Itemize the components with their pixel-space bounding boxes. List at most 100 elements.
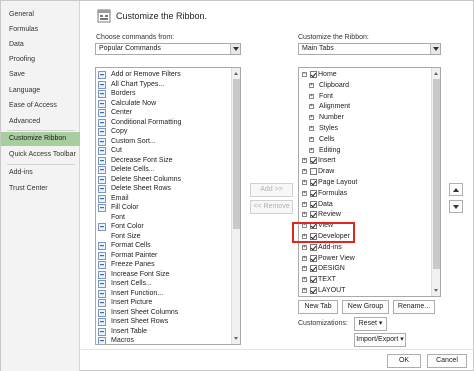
expand-icon[interactable]: +	[302, 201, 307, 207]
ribbon-tab-item[interactable]: + Page Layout	[299, 178, 429, 187]
expand-icon[interactable]: +	[302, 266, 307, 272]
ribbon-group-item[interactable]: + Cells	[299, 135, 429, 144]
tab-checkbox[interactable]	[310, 200, 317, 208]
expand-icon[interactable]: +	[309, 126, 314, 131]
import-export-button[interactable]: Import/Export ▾	[354, 333, 406, 347]
command-item[interactable]: Increase Font Size	[96, 271, 236, 279]
reset-button[interactable]: Reset ▾	[354, 317, 387, 331]
ribbon-tab-item[interactable]: + LAYOUT	[299, 286, 429, 295]
ribbon-tree-scrollbar[interactable]	[431, 68, 440, 296]
expand-icon[interactable]: +	[302, 244, 307, 250]
command-item[interactable]: Font Size▾	[96, 232, 240, 241]
expand-icon[interactable]: +	[309, 136, 314, 142]
ribbon-group-item[interactable]: + Font	[299, 92, 429, 101]
command-item[interactable]: Fill Color▸	[96, 204, 238, 212]
command-item[interactable]: Freeze Panes▸	[96, 261, 238, 269]
scroll-up-icon[interactable]	[233, 70, 240, 77]
tab-checkbox[interactable]	[310, 71, 317, 78]
chevron-down-icon[interactable]	[230, 44, 240, 54]
ribbon-tab-item[interactable]: + Power View	[299, 254, 429, 263]
nav-item-quick-access-toolbar[interactable]: Quick Access Toolbar	[1, 148, 80, 162]
command-item[interactable]: Conditional Formatting▸	[96, 119, 238, 127]
move-up-button[interactable]	[449, 183, 463, 196]
expand-icon[interactable]: +	[309, 104, 314, 110]
remove-button[interactable]: << Remove	[250, 200, 293, 214]
customize-ribbon-dropdown[interactable]: Main Tabs	[298, 43, 441, 55]
command-item[interactable]: Email	[96, 195, 236, 203]
ribbon-tab-item[interactable]: + Formulas	[299, 189, 429, 198]
expand-icon[interactable]: +	[302, 255, 307, 261]
command-item[interactable]: Font▾	[96, 213, 240, 222]
expand-icon[interactable]: +	[309, 93, 314, 99]
nav-item-language[interactable]: Language	[1, 84, 80, 98]
command-item[interactable]: Delete Cells...	[96, 166, 236, 174]
command-item[interactable]: Delete Sheet Columns	[96, 176, 236, 184]
tab-checkbox[interactable]	[310, 179, 317, 186]
nav-item-save[interactable]: Save	[1, 68, 80, 82]
choose-commands-dropdown[interactable]: Popular Commands	[95, 43, 241, 55]
commands-list[interactable]: Add or Remove Filters All Chart Types... B…	[95, 67, 241, 345]
command-item[interactable]: Delete Sheet Rows	[96, 185, 236, 193]
expand-icon[interactable]: +	[302, 169, 307, 175]
expand-icon[interactable]: +	[309, 115, 314, 121]
ribbon-tab-item[interactable]: + Review	[299, 210, 429, 219]
collapse-icon[interactable]: −	[302, 72, 307, 77]
tab-checkbox[interactable]	[310, 211, 317, 219]
move-down-button[interactable]	[449, 200, 463, 213]
new-tab-button[interactable]: New Tab	[298, 300, 338, 314]
expand-icon[interactable]: +	[302, 190, 307, 196]
chevron-down-icon[interactable]	[430, 44, 440, 54]
expand-icon[interactable]: +	[302, 180, 307, 185]
cancel-button[interactable]: Cancel	[427, 354, 467, 368]
ribbon-tab-item[interactable]: + Draw	[299, 167, 429, 176]
command-item[interactable]: Borders▸	[96, 90, 238, 98]
nav-item-customize-ribbon[interactable]: Customize Ribbon	[1, 132, 80, 146]
command-item[interactable]: Decrease Font Size	[96, 157, 236, 165]
nav-item-trust-center[interactable]: Trust Center	[1, 182, 80, 196]
nav-item-formulas[interactable]: Formulas	[1, 23, 80, 37]
nav-item-proofing[interactable]: Proofing	[1, 53, 80, 67]
command-item[interactable]: Calculate Now	[96, 100, 236, 108]
tab-checkbox[interactable]	[310, 265, 317, 273]
command-item[interactable]: Copy	[96, 128, 236, 136]
command-item[interactable]: Format Cells	[96, 242, 236, 250]
command-item[interactable]: Insert Sheet Columns	[96, 309, 236, 317]
nav-item-add-ins[interactable]: Add-ins	[1, 166, 80, 180]
expand-icon[interactable]: +	[302, 212, 307, 218]
command-item[interactable]: Cut	[96, 147, 236, 155]
command-item[interactable]: Insert Cells...	[96, 280, 236, 288]
tab-checkbox[interactable]	[310, 276, 317, 284]
scroll-down-icon[interactable]	[233, 335, 240, 342]
tab-checkbox[interactable]	[310, 189, 317, 197]
ribbon-tab-item[interactable]: + Add-ins	[299, 243, 429, 252]
nav-item-data[interactable]: Data	[1, 38, 80, 52]
expand-icon[interactable]: +	[302, 288, 307, 293]
commands-scrollbar[interactable]	[231, 68, 240, 344]
ribbon-tab-item[interactable]: + Data	[299, 200, 429, 209]
scroll-down-icon[interactable]	[433, 287, 440, 294]
ribbon-tab-item[interactable]: + Insert	[299, 156, 429, 165]
ribbon-group-item[interactable]: + Number	[299, 113, 429, 122]
tab-checkbox[interactable]	[310, 168, 317, 176]
ribbon-tab-item[interactable]: − Home	[299, 70, 429, 79]
add-button[interactable]: Add >>	[250, 183, 293, 197]
ribbon-tabs-tree[interactable]: − Home + Clipboard + Font + Alignment + Number + St…	[298, 67, 441, 297]
command-item[interactable]: Insert Picture	[96, 299, 236, 307]
ribbon-group-item[interactable]: + Alignment	[299, 102, 429, 111]
scroll-up-icon[interactable]	[433, 70, 440, 77]
new-group-button[interactable]: New Group	[342, 300, 389, 314]
expand-icon[interactable]: +	[302, 158, 307, 164]
command-item[interactable]: All Chart Types...	[96, 81, 236, 89]
scroll-thumb[interactable]	[233, 79, 240, 229]
ribbon-tab-item[interactable]: + DESIGN	[299, 264, 429, 273]
command-item[interactable]: Custom Sort...	[96, 138, 236, 146]
command-item[interactable]: Add or Remove Filters	[96, 71, 236, 79]
command-item[interactable]: Macros	[96, 337, 236, 344]
tab-checkbox[interactable]	[310, 287, 317, 294]
ribbon-tab-item[interactable]: + TEXT	[299, 275, 429, 284]
nav-item-general[interactable]: General	[1, 8, 80, 22]
ribbon-group-item[interactable]: + Clipboard	[299, 81, 429, 90]
expand-icon[interactable]: +	[309, 147, 314, 153]
command-item[interactable]: Insert Function...	[96, 290, 236, 298]
command-item[interactable]: Center	[96, 109, 236, 117]
